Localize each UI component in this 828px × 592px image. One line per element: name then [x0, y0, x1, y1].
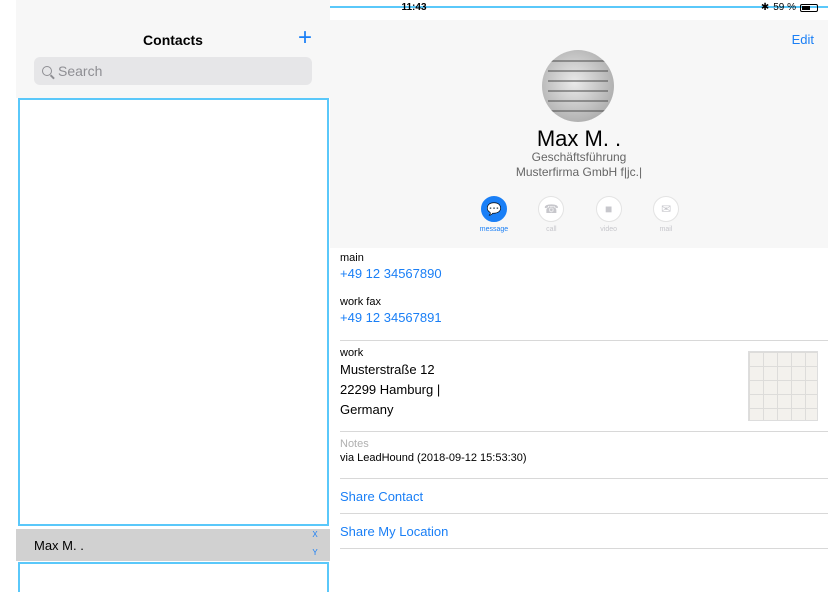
avatar-image [548, 60, 608, 120]
share-contact-button[interactable]: Share Contact [330, 479, 828, 513]
overlay-panel-bottom [18, 562, 329, 592]
call-label: call [546, 226, 557, 233]
job-title: Geschäftsführung [531, 150, 627, 164]
video-label: video [600, 226, 618, 233]
search-placeholder: Search [58, 63, 103, 79]
company-name: Musterfirma GmbH f|jc.| [515, 165, 643, 179]
section-index[interactable]: X Y [308, 526, 322, 562]
contact-subtitle: Geschäftsführung Musterfirma GmbH f|jc.| [330, 150, 828, 180]
mail-label: mail [659, 226, 673, 233]
status-right: ✱ 59 % [761, 2, 818, 13]
mail-icon: ✉ [652, 196, 679, 222]
add-contact-button[interactable]: + [298, 26, 312, 50]
overlay-panel-top [18, 98, 329, 526]
address-field[interactable]: work Musterstraße 12 22299 Hamburg | Ger… [330, 341, 828, 431]
search-icon [42, 66, 52, 76]
bluetooth-icon: ✱ [760, 2, 770, 13]
avatar[interactable] [542, 50, 614, 122]
phone-fax-label: work fax [340, 296, 381, 308]
share-location-button[interactable]: Share My Location [330, 514, 828, 548]
notes-label: Notes [340, 438, 369, 450]
contacts-header: Contacts + Search [16, 0, 330, 98]
page-title: Contacts [143, 32, 203, 48]
index-letter-x[interactable]: X [308, 526, 322, 544]
video-icon: ■ [595, 196, 622, 222]
quick-actions: 💬 message ☎ call ■ video ✉ mail [470, 196, 690, 233]
contact-info: main +49 12 34567890 work fax +49 12 345… [330, 252, 828, 549]
mail-action[interactable]: ✉ mail [642, 196, 690, 233]
contact-name-title: Max M. . [536, 126, 622, 151]
phone-main-value[interactable]: +49 12 34567890 [340, 266, 828, 281]
battery-percent: 59 % [773, 2, 796, 13]
edit-button[interactable]: Edit [792, 32, 814, 47]
battery-fill [802, 5, 811, 10]
notes-field[interactable]: Notes via LeadHound (2018-09-12 15:53:30… [330, 432, 828, 478]
contact-detail: Edit Max M. . Geschäftsführung Musterfir… [330, 20, 828, 592]
screen: iPad ⌒ 11:43 ✱ 59 % Contacts + Search Ma… [0, 0, 828, 592]
phone-main-field[interactable]: main +49 12 34567890 [330, 252, 828, 296]
list-item[interactable]: Max M. . [16, 529, 330, 561]
phone-fax-value[interactable]: +49 12 34567891 [340, 310, 828, 325]
index-letter-y[interactable]: Y [308, 544, 322, 562]
search-input[interactable]: Search [34, 57, 312, 85]
phone-main-label: main [340, 252, 364, 264]
phone-icon: ☎ [538, 196, 565, 222]
call-action[interactable]: ☎ call [527, 196, 575, 233]
notes-value: via LeadHound (2018-09-12 15:53:30) [340, 452, 527, 464]
divider [340, 548, 828, 549]
message-label: message [479, 226, 509, 233]
phone-fax-field[interactable]: work fax +49 12 34567891 [330, 296, 828, 340]
message-icon: 💬 [481, 196, 507, 222]
map-thumbnail[interactable] [748, 351, 818, 421]
video-action[interactable]: ■ video [585, 196, 633, 233]
battery-icon [800, 3, 818, 12]
contact-header: Edit Max M. . Geschäftsführung Musterfir… [330, 20, 828, 248]
message-action[interactable]: 💬 message [470, 196, 518, 233]
contact-name: Max M. . [34, 537, 84, 553]
